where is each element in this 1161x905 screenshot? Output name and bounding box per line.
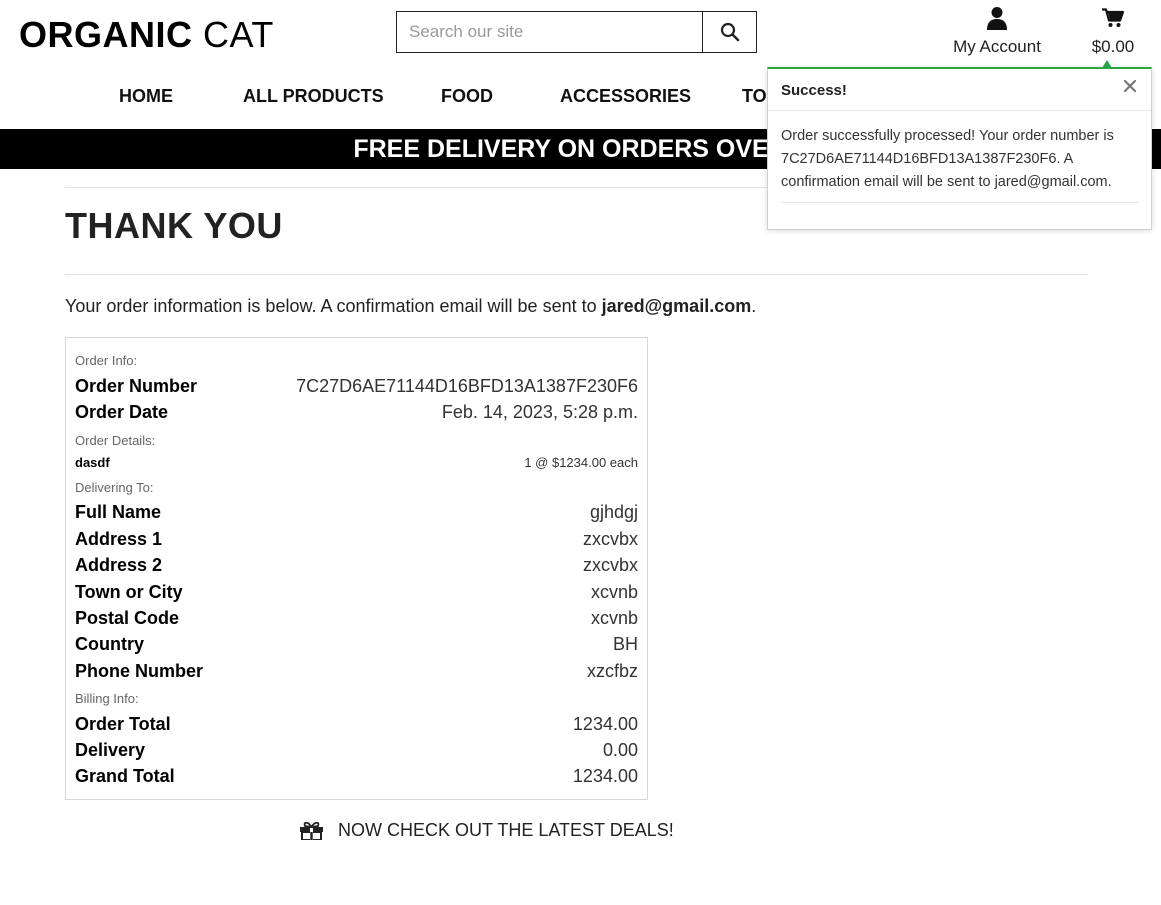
- search-icon: [720, 22, 739, 42]
- country-value: BH: [612, 634, 638, 654]
- grand-total-row: Grand Total 1234.00: [75, 766, 638, 787]
- order-summary: Order Info: Order Number 7C27D6AE71144D1…: [65, 337, 648, 800]
- full-name-value: gjhdgj: [589, 502, 638, 522]
- toast-header: Success!: [768, 69, 1151, 111]
- order-total-label: Order Total: [75, 714, 171, 734]
- delivery-value: 0.00: [602, 740, 638, 760]
- nav-all-products[interactable]: ALL PRODUCTS: [243, 86, 384, 107]
- town-row: Town or City xcvnb: [75, 582, 638, 603]
- billing-heading: Billing Info:: [75, 691, 139, 706]
- nav-accessories[interactable]: ACCESSORIES: [560, 86, 691, 107]
- cart-link[interactable]: $0.00: [1085, 8, 1141, 57]
- latest-deals-label: NOW CHECK OUT THE LATEST DEALS!: [338, 819, 674, 840]
- order-details-heading: Order Details:: [75, 433, 156, 448]
- gift-icon: [300, 821, 323, 840]
- delivering-heading: Delivering To:: [75, 480, 154, 495]
- close-icon: [1123, 79, 1137, 93]
- grand-total-value: 1234.00: [572, 766, 638, 786]
- nav-home[interactable]: HOME: [119, 86, 173, 107]
- postal-value: xcvnb: [590, 608, 638, 628]
- address1-label: Address 1: [75, 529, 163, 549]
- close-button[interactable]: [1123, 79, 1137, 98]
- search-form: [396, 11, 757, 53]
- order-date-value: Feb. 14, 2023, 5:28 p.m.: [441, 402, 638, 422]
- phone-value: xzcfbz: [586, 661, 638, 681]
- intro-end: .: [751, 296, 757, 316]
- phone-label: Phone Number: [75, 661, 204, 681]
- phone-row: Phone Number xzcfbz: [75, 661, 638, 682]
- full-name-row: Full Name gjhdgj: [75, 502, 638, 523]
- order-total-value: 1234.00: [572, 714, 638, 734]
- search-input[interactable]: [397, 12, 702, 52]
- site-header: ORGANIC CAT My Account $0.00: [0, 0, 1161, 70]
- address1-row: Address 1 zxcvbx: [75, 529, 638, 550]
- order-item-name: dasdf: [75, 455, 110, 470]
- order-item-row: dasdf 1 @ $1234.00 each: [75, 455, 638, 470]
- user-icon: [987, 7, 1007, 30]
- full-name-label: Full Name: [75, 502, 162, 522]
- town-label: Town or City: [75, 582, 183, 602]
- logo-organic: ORGANIC: [19, 14, 193, 55]
- order-number-label: Order Number: [75, 376, 198, 396]
- cart-icon: [1102, 8, 1125, 27]
- delivery-label: Delivery: [75, 740, 146, 760]
- delivery-row: Delivery 0.00: [75, 740, 638, 761]
- order-total-row: Order Total 1234.00: [75, 714, 638, 735]
- toast-arrow: [1102, 60, 1112, 68]
- address1-value: zxcvbx: [582, 529, 638, 549]
- grand-total-label: Grand Total: [75, 766, 175, 786]
- search-button[interactable]: [702, 12, 756, 52]
- logo-cat: CAT: [203, 14, 274, 55]
- toast-message: Order successfully processed! Your order…: [781, 125, 1138, 203]
- my-account-label: My Account: [953, 37, 1041, 56]
- toast-title: Success!: [781, 82, 847, 99]
- postal-label: Postal Code: [75, 608, 180, 628]
- address2-value: zxcvbx: [582, 555, 638, 575]
- divider-title: [65, 274, 1088, 275]
- intro-text: Your order information is below. A confi…: [65, 296, 756, 317]
- intro-email: jared@gmail.com: [601, 296, 752, 316]
- address2-row: Address 2 zxcvbx: [75, 555, 638, 576]
- my-account-link[interactable]: My Account: [945, 6, 1049, 57]
- order-date-row: Order Date Feb. 14, 2023, 5:28 p.m.: [75, 402, 638, 423]
- success-toast: Success! Order successfully processed! Y…: [767, 60, 1152, 230]
- order-date-label: Order Date: [75, 402, 169, 422]
- country-row: Country BH: [75, 634, 638, 655]
- order-item-qty: 1 @ $1234.00 each: [524, 455, 638, 470]
- page-title: THANK YOU: [65, 205, 283, 246]
- site-logo[interactable]: ORGANIC CAT: [19, 14, 274, 56]
- intro-message: Your order information is below. A confi…: [65, 296, 602, 316]
- cart-total: $0.00: [1091, 37, 1135, 56]
- banner-text: FREE DELIVERY ON ORDERS OVER $: [353, 135, 808, 163]
- town-value: xcvnb: [590, 582, 638, 602]
- country-label: Country: [75, 634, 144, 654]
- latest-deals-link[interactable]: NOW CHECK OUT THE LATEST DEALS!: [299, 818, 674, 842]
- address2-label: Address 2: [75, 555, 163, 575]
- postal-row: Postal Code xcvnb: [75, 608, 638, 629]
- order-info-heading: Order Info:: [75, 353, 138, 368]
- nav-food[interactable]: FOOD: [441, 86, 493, 107]
- order-number-value: 7C27D6AE71144D16BFD13A1387F230F6: [296, 376, 638, 396]
- order-number-row: Order Number 7C27D6AE71144D16BFD13A1387F…: [75, 376, 638, 397]
